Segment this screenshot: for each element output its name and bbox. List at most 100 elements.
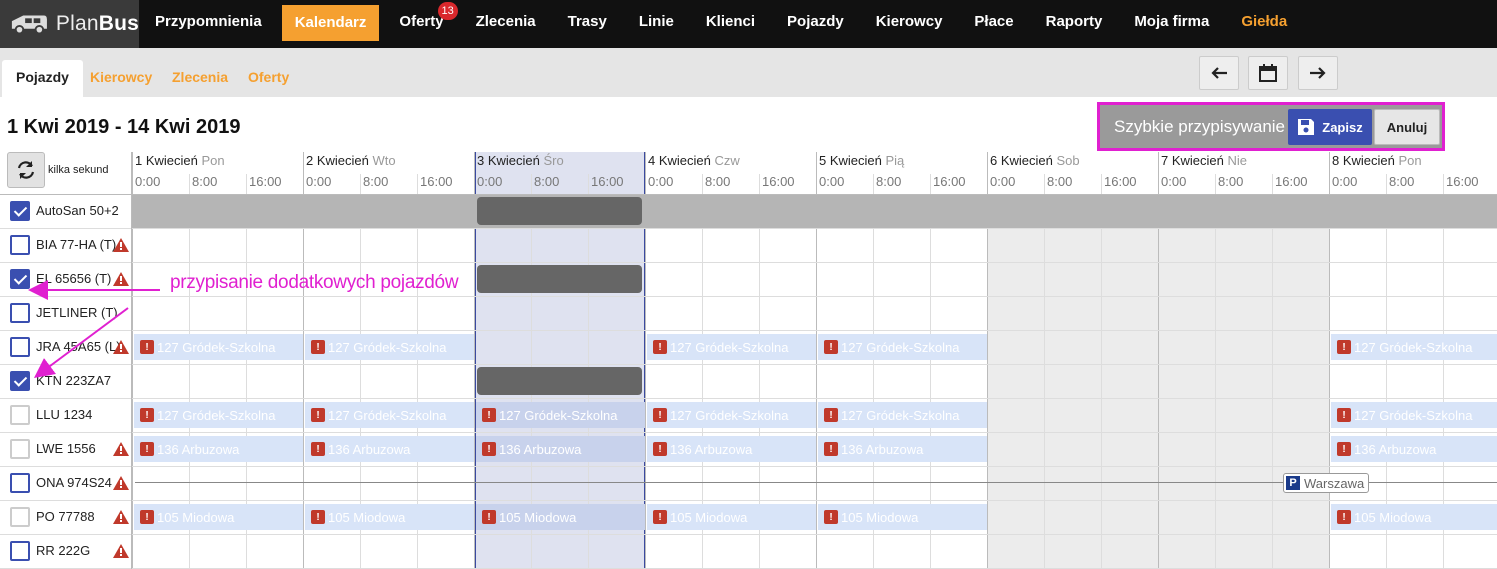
date-range-title: 1 Kwi 2019 - 14 Kwi 2019 [7,116,241,138]
next-button[interactable] [1298,56,1338,90]
calendar-button[interactable] [1248,56,1288,90]
day-header[interactable]: 5 Kwiecień Pią 0:00 8:00 16:00 [816,152,987,194]
nav-label: Klienci [705,13,756,30]
vehicle-name[interactable]: LWE 1556 [36,441,122,456]
nav-item-4[interactable]: Trasy [552,0,623,48]
trip-block[interactable]: ! 105 Miodowa [818,504,987,530]
trip-block[interactable]: ! 127 Gródek-Szkolna [1331,402,1497,428]
trip-label: 127 Gródek-Szkolna [841,407,960,423]
app-logo[interactable]: PlanBus [0,0,139,48]
cancel-button[interactable]: Anuluj [1374,109,1440,145]
row-divider [0,262,1497,263]
vehicle-checkbox[interactable] [10,337,30,357]
trip-block[interactable]: ! 127 Gródek-Szkolna [818,402,987,428]
trip-block[interactable]: ! 127 Gródek-Szkolna [476,402,645,428]
vehicle-row-label: BIA 77-HA (T) [0,228,132,262]
trip-block[interactable]: ! 127 Gródek-Szkolna [134,334,303,360]
trip-block[interactable]: ! 127 Gródek-Szkolna [647,402,816,428]
subtab-zlecenia[interactable]: Zlecenia [172,60,228,97]
trip-block[interactable]: ! 136 Arbuzowa [1331,436,1497,462]
trip-block[interactable]: ! 136 Arbuzowa [476,436,645,462]
day-header[interactable]: 3 Kwiecień Śro 0:00 8:00 16:00 [474,152,645,194]
day-name: 6 Kwiecień Sob [990,153,1080,168]
trip-block[interactable]: ! 136 Arbuzowa [134,436,303,462]
trip-block[interactable]: ! 127 Gródek-Szkolna [305,402,474,428]
vehicle-name[interactable]: JETLINER (T) [36,305,122,320]
vehicle-name[interactable]: BIA 77-HA (T) [36,237,122,252]
row-divider [0,466,1497,467]
hour-label: 8:00 [363,174,389,189]
trip-block[interactable]: ! 136 Arbuzowa [305,436,474,462]
vehicle-checkbox[interactable] [10,507,30,527]
trip-block[interactable]: ! 105 Miodowa [134,504,303,530]
trip-block[interactable]: ! 127 Gródek-Szkolna [1331,334,1497,360]
vehicle-checkbox[interactable] [10,541,30,561]
vehicle-name[interactable]: ONA 974S24 [36,475,122,490]
vehicle-name[interactable]: JRA 45A65 (L) [36,339,122,354]
trip-block[interactable]: ! 127 Gródek-Szkolna [818,334,987,360]
parking-marker[interactable]: P Warszawa [1283,473,1370,493]
nav-item-2[interactable]: Oferty 13 [383,0,459,48]
day-header[interactable]: 1 Kwiecień Pon 0:00 8:00 16:00 [132,152,303,194]
vehicle-checkbox[interactable] [10,439,30,459]
nav-item-8[interactable]: Kierowcy [860,0,959,48]
trip-block[interactable]: ! 105 Miodowa [647,504,816,530]
day-header[interactable]: 4 Kwiecień Czw 0:00 8:00 16:00 [645,152,816,194]
day-header[interactable]: 8 Kwiecień Pon 0:00 8:00 16:00 [1329,152,1497,194]
nav-label: Kalendarz [294,14,367,31]
nav-item-6[interactable]: Klienci [690,0,771,48]
vehicle-name[interactable]: KTN 223ZA7 [36,373,122,388]
trip-block[interactable]: ! 136 Arbuzowa [818,436,987,462]
nav-item-11[interactable]: Moja firma [1118,0,1225,48]
trip-block[interactable]: ! 105 Miodowa [1331,504,1497,530]
nav-item-9[interactable]: Płace [958,0,1029,48]
nav-item-12[interactable]: Giełda [1225,0,1303,48]
vehicle-checkbox[interactable] [10,303,30,323]
subtab-kierowcy[interactable]: Kierowcy [90,60,152,97]
vehicle-checkbox[interactable] [10,371,30,391]
nav-item-0[interactable]: Przypomnienia [139,0,278,48]
trip-block[interactable]: ! 127 Gródek-Szkolna [647,334,816,360]
vehicle-name[interactable]: AutoSan 50+2 [36,203,122,218]
nav-label: Raporty [1045,13,1103,30]
nav-item-10[interactable]: Raporty [1030,0,1119,48]
trip-block[interactable]: ! 127 Gródek-Szkolna [305,334,474,360]
nav-item-1[interactable]: Kalendarz [281,5,380,41]
quick-assign-slot[interactable] [477,265,642,293]
vehicle-name[interactable]: EL 65656 (T) [36,271,122,286]
nav-item-7[interactable]: Pojazdy [771,0,860,48]
prev-button[interactable] [1199,56,1239,90]
alert-icon: ! [824,510,838,524]
quick-assign-slot[interactable] [477,367,642,395]
trip-block[interactable]: ! 105 Miodowa [476,504,645,530]
row-divider [0,534,1497,535]
trip-block[interactable]: ! 127 Gródek-Szkolna [134,402,303,428]
vehicle-row-label: KTN 223ZA7 [0,364,132,398]
trip-label: 105 Miodowa [1354,509,1432,525]
sub-toolbar: Pojazdy Kierowcy Zlecenia Oferty [0,48,1497,97]
day-header[interactable]: 7 Kwiecień Nie 0:00 8:00 16:00 [1158,152,1329,194]
nav-item-5[interactable]: Linie [623,0,690,48]
trip-label: 127 Gródek-Szkolna [499,407,618,423]
trip-block[interactable]: ! 136 Arbuzowa [647,436,816,462]
day-header[interactable]: 2 Kwiecień Wto 0:00 8:00 16:00 [303,152,474,194]
vehicle-name[interactable]: PO 77788 [36,509,122,524]
hour-label: 0:00 [306,174,332,189]
vehicle-checkbox[interactable] [10,405,30,425]
vehicle-checkbox[interactable] [10,235,30,255]
vehicle-checkbox[interactable] [10,473,30,493]
nav-item-3[interactable]: Zlecenia [460,0,552,48]
day-header[interactable]: 6 Kwiecień Sob 0:00 8:00 16:00 [987,152,1158,194]
vehicle-checkbox[interactable] [10,269,30,289]
subtab-oferty[interactable]: Oferty [248,60,289,97]
vehicle-name[interactable]: LLU 1234 [36,407,122,422]
quick-assign-slot[interactable] [477,197,642,225]
hour-divider [1101,174,1102,569]
save-button[interactable]: Zapisz [1288,109,1372,145]
subtab-pojazdy[interactable]: Pojazdy [2,60,83,97]
hour-label: 8:00 [1389,174,1415,189]
trip-block[interactable]: ! 105 Miodowa [305,504,474,530]
vehicle-name[interactable]: RR 222G [36,543,122,558]
vehicle-checkbox[interactable] [10,201,30,221]
row-divider [0,398,1497,399]
